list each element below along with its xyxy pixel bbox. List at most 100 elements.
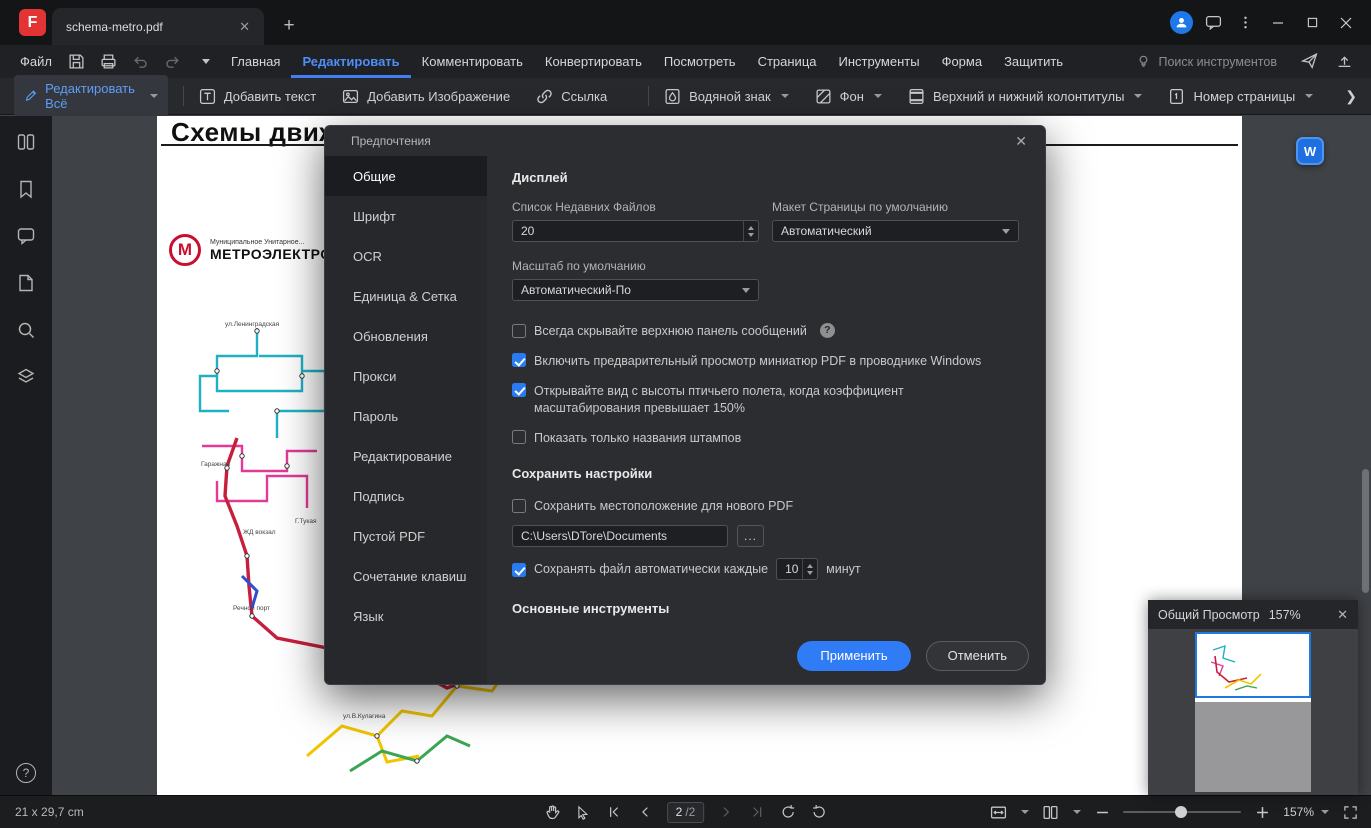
nav-updates[interactable]: Обновления (325, 316, 487, 356)
zoom-percentage[interactable]: 157% (1283, 805, 1329, 819)
spinner-control[interactable] (802, 559, 817, 580)
stamp-names-checkbox[interactable] (512, 430, 526, 444)
attachments-panel-icon[interactable] (16, 273, 36, 293)
rotate-left-icon[interactable] (779, 803, 797, 821)
zoom-out-icon[interactable] (1093, 803, 1111, 821)
spinner-control[interactable] (743, 221, 758, 241)
minimize-button[interactable] (1261, 0, 1295, 45)
chevron-down-icon[interactable] (1073, 810, 1082, 814)
tab-close-icon[interactable]: ✕ (235, 17, 254, 37)
link-button[interactable]: Ссылка (536, 88, 607, 105)
feedback-icon[interactable] (1197, 0, 1229, 45)
header-footer-button[interactable]: Верхний и нижний колонтитулы (908, 88, 1143, 105)
add-image-button[interactable]: Добавить Изображение (342, 88, 510, 105)
viewport-indicator[interactable] (1195, 632, 1311, 698)
watermark-button[interactable]: Водяной знак (664, 88, 789, 105)
nav-blank-pdf[interactable]: Пустой PDF (325, 516, 487, 556)
svg-text:ул.В.Кулагина: ул.В.Кулагина (343, 713, 386, 720)
save-icon[interactable] (68, 53, 86, 71)
menu-home[interactable]: Главная (220, 45, 291, 78)
background-button[interactable]: Фон (815, 88, 882, 105)
hide-message-bar-checkbox[interactable] (512, 323, 526, 338)
fullscreen-icon[interactable] (1341, 803, 1359, 821)
first-page-icon[interactable] (605, 803, 623, 821)
save-location-checkbox[interactable] (512, 498, 526, 513)
rotate-right-icon[interactable] (810, 803, 828, 821)
nav-font[interactable]: Шрифт (325, 196, 487, 236)
nav-general[interactable]: Общие (325, 156, 487, 196)
zoom-slider[interactable] (1123, 804, 1242, 820)
page-number-button[interactable]: Номер страницы (1168, 88, 1314, 105)
help-icon[interactable]: ? (16, 763, 36, 783)
menu-view[interactable]: Посмотреть (653, 45, 747, 78)
previous-page-icon[interactable] (636, 803, 654, 821)
dialog-close-icon[interactable]: ✕ (1011, 131, 1031, 152)
maximize-button[interactable] (1295, 0, 1329, 45)
menu-convert[interactable]: Конвертировать (534, 45, 653, 78)
last-page-icon[interactable] (748, 803, 766, 821)
thumbnail-preview-checkbox[interactable] (512, 353, 526, 368)
overview-title: Общий Просмотр (1158, 607, 1260, 622)
nav-password[interactable]: Пароль (325, 396, 487, 436)
share-icon[interactable] (1300, 52, 1318, 72)
tool-search[interactable]: Поиск инструментов (1136, 45, 1301, 78)
next-page-icon[interactable] (717, 803, 735, 821)
apply-button[interactable]: Применить (797, 640, 911, 671)
menu-file[interactable]: Файл (0, 45, 68, 78)
nav-units-grid[interactable]: Единица & Сетка (325, 276, 487, 316)
search-panel-icon[interactable] (16, 320, 36, 340)
toolbar-overflow-button[interactable]: ❯ (1339, 84, 1363, 109)
page-layout-select[interactable]: Автоматический (772, 220, 1019, 242)
layers-panel-icon[interactable] (16, 367, 36, 387)
nav-proxy[interactable]: Прокси (325, 356, 487, 396)
autosave-checkbox[interactable] (512, 562, 526, 577)
default-zoom-select[interactable]: Автоматический-По (512, 279, 759, 301)
menu-form[interactable]: Форма (931, 45, 994, 78)
print-icon[interactable] (100, 53, 118, 71)
birds-eye-checkbox[interactable] (512, 383, 526, 398)
hand-tool-icon[interactable] (543, 803, 561, 821)
zoom-in-icon[interactable] (1253, 803, 1271, 821)
chevron-down-icon[interactable] (1021, 810, 1030, 814)
help-icon[interactable]: ? (819, 323, 835, 338)
menu-comment[interactable]: Комментировать (411, 45, 534, 78)
page-number-box[interactable]: 2 /2 (666, 801, 705, 823)
thumbnails-panel-icon[interactable] (16, 132, 36, 152)
nav-ocr[interactable]: OCR (325, 236, 487, 276)
comments-panel-icon[interactable] (16, 226, 36, 246)
account-avatar[interactable] (1165, 0, 1197, 45)
menu-edit[interactable]: Редактировать (291, 45, 411, 78)
nav-editing[interactable]: Редактирование (325, 436, 487, 476)
page-thumbnail[interactable] (1195, 632, 1311, 792)
menu-tools[interactable]: Инструменты (828, 45, 931, 78)
menu-page[interactable]: Страница (747, 45, 828, 78)
upload-cloud-icon[interactable] (1336, 52, 1353, 72)
more-menu-icon[interactable] (1229, 0, 1261, 45)
fit-width-icon[interactable] (989, 803, 1007, 821)
redo-icon[interactable] (164, 53, 182, 71)
save-path-input[interactable] (512, 525, 728, 548)
nav-language[interactable]: Язык (325, 596, 487, 636)
close-button[interactable] (1329, 0, 1363, 45)
nav-shortcuts[interactable]: Сочетание клавиш (325, 556, 487, 596)
quick-access-caret-icon[interactable] (201, 59, 210, 64)
new-tab-button[interactable]: + (276, 13, 302, 39)
link-icon (537, 89, 552, 103)
page-layout-label: Макет Страницы по умолчанию (772, 200, 948, 214)
vertical-scrollbar-thumb[interactable] (1362, 469, 1369, 593)
document-tab[interactable]: schema-metro.pdf ✕ (52, 8, 264, 45)
overview-close-icon[interactable]: ✕ (1337, 607, 1348, 623)
edit-all-button[interactable]: Редактировать Всё (14, 75, 168, 117)
select-tool-icon[interactable] (574, 803, 592, 821)
nav-signature[interactable]: Подпись (325, 476, 487, 516)
undo-icon[interactable] (132, 53, 150, 71)
browse-button[interactable]: ... (737, 525, 764, 548)
page-view-mode-icon[interactable] (1041, 803, 1059, 821)
menu-protect[interactable]: Защитить (993, 45, 1074, 78)
convert-to-word-badge[interactable]: W (1296, 137, 1324, 165)
zoom-slider-thumb[interactable] (1175, 806, 1188, 818)
recent-files-input[interactable] (512, 220, 759, 242)
add-text-button[interactable]: Добавить текст (199, 88, 316, 105)
bookmarks-panel-icon[interactable] (16, 179, 36, 199)
cancel-button[interactable]: Отменить (925, 640, 1029, 671)
